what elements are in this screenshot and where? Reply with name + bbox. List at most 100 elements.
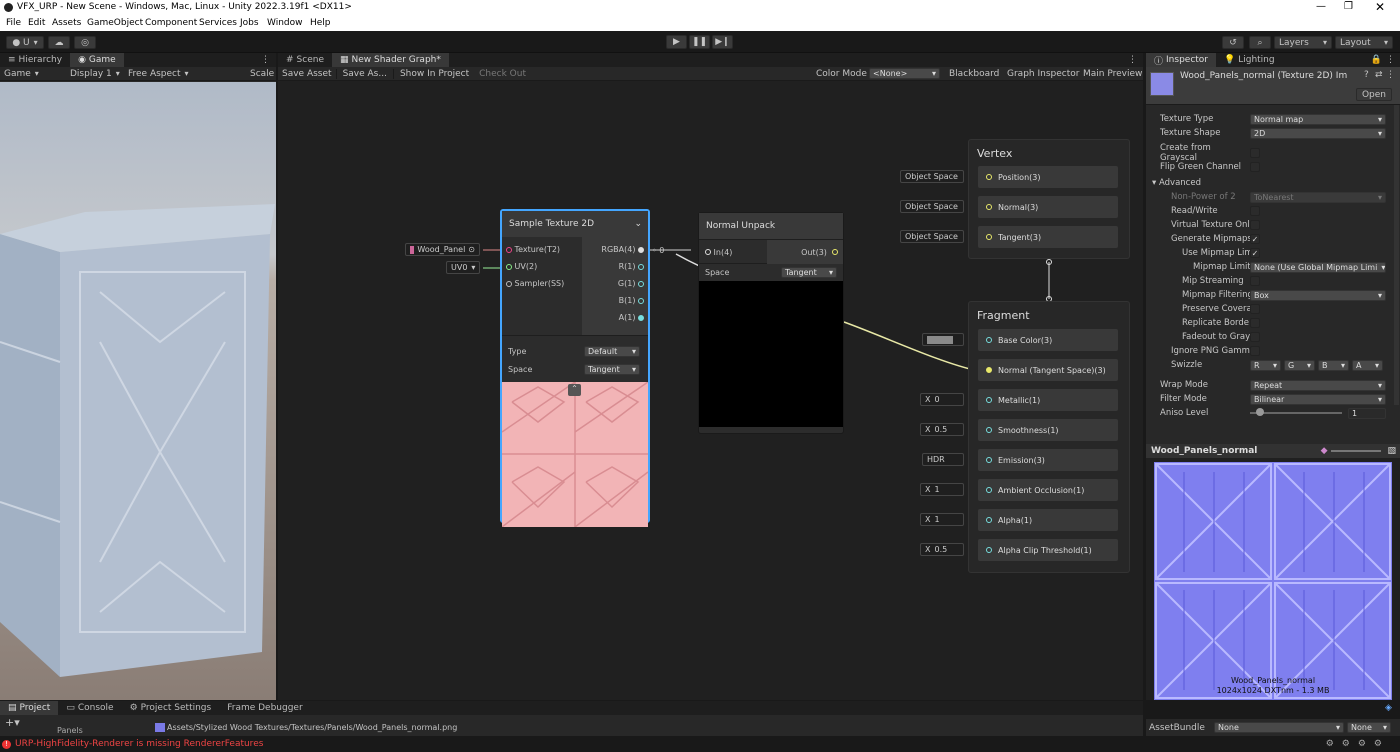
inspector-scrollbar[interactable] bbox=[1394, 105, 1399, 405]
preview-toggle-icon[interactable]: ▧ bbox=[1387, 446, 1396, 456]
vertex-slot[interactable]: Tangent(3) bbox=[978, 226, 1118, 248]
fragment-slot[interactable]: Emission(3) bbox=[978, 449, 1118, 471]
fragment-slot[interactable]: Ambient Occlusion(1) bbox=[978, 479, 1118, 501]
fragment-slot[interactable]: Alpha(1) bbox=[978, 509, 1118, 531]
normal-unpack-node[interactable]: Normal Unpack In(4) Out(3) Space Tangent bbox=[698, 212, 844, 434]
pause-button[interactable]: ❚❚ bbox=[689, 35, 710, 49]
swizzle-g-dropdown[interactable]: G bbox=[1284, 359, 1315, 371]
mip-stream-checkbox[interactable] bbox=[1250, 276, 1260, 286]
space-dropdown[interactable]: Tangent bbox=[584, 363, 640, 375]
account-dropdown[interactable]: ● U bbox=[6, 36, 44, 49]
lock-icon[interactable]: 🔒 bbox=[1371, 55, 1382, 65]
port-a[interactable]: A(1) bbox=[582, 309, 644, 326]
menu-file[interactable]: File bbox=[6, 18, 21, 28]
tab-project-settings[interactable]: ⚙ Project Settings bbox=[122, 701, 220, 715]
type-dropdown[interactable]: Default bbox=[584, 345, 640, 357]
sample-texture-node[interactable]: Sample Texture 2D ⌄ Texture(T2) UV(2) Sa… bbox=[500, 209, 650, 527]
port-sampler[interactable]: Sampler(SS) bbox=[506, 275, 582, 292]
panels-folder[interactable]: Panels bbox=[57, 726, 83, 735]
swizzle-a-dropdown[interactable]: A bbox=[1352, 359, 1383, 371]
texture-type-dropdown[interactable]: Normal map bbox=[1250, 113, 1386, 125]
help-icon[interactable]: ? bbox=[1364, 70, 1369, 80]
close-icon[interactable]: ✕ bbox=[1375, 0, 1385, 14]
tab-game[interactable]: ◉ Game bbox=[70, 53, 124, 67]
aniso-slider[interactable] bbox=[1250, 408, 1342, 416]
port-uv[interactable]: UV(2) bbox=[506, 258, 582, 275]
asset-more-icon[interactable]: ⋮ bbox=[1386, 70, 1395, 80]
emission-input-chip[interactable]: HDR bbox=[922, 453, 964, 466]
tab-inspector[interactable]: ⓘ Inspector bbox=[1146, 53, 1216, 67]
port-r[interactable]: R(1) bbox=[582, 258, 644, 275]
virtual-texture-checkbox[interactable] bbox=[1250, 220, 1260, 230]
preset-icon[interactable]: ⇄ bbox=[1375, 70, 1383, 80]
layers-dropdown[interactable]: Layers bbox=[1274, 36, 1332, 49]
float-input-chip[interactable]: X1 bbox=[920, 483, 964, 496]
fadeout-checkbox[interactable] bbox=[1250, 332, 1260, 342]
main-preview-button[interactable]: Main Preview bbox=[1083, 69, 1142, 79]
in-value-chip[interactable]: ◦ 0 bbox=[650, 243, 690, 257]
assetbundle-dropdown[interactable]: None bbox=[1214, 722, 1344, 733]
port-in[interactable]: In(4) bbox=[699, 240, 767, 264]
texture-shape-dropdown[interactable]: 2D bbox=[1250, 127, 1386, 139]
fragment-slot[interactable]: Smoothness(1) bbox=[978, 419, 1118, 441]
scale-label[interactable]: Scale bbox=[244, 69, 274, 79]
use-mip-checkbox[interactable]: ✓ bbox=[1250, 248, 1260, 258]
tab-console[interactable]: ▭ Console bbox=[58, 701, 121, 715]
layout-dropdown[interactable]: Layout bbox=[1335, 36, 1393, 49]
inspector-more-icon[interactable]: ⋮ bbox=[1386, 55, 1395, 65]
fragment-slot[interactable]: Base Color(3) bbox=[978, 329, 1118, 351]
vertex-slot[interactable]: Normal(3) bbox=[978, 196, 1118, 218]
channel-icon[interactable]: ◆ bbox=[1321, 446, 1328, 456]
graph-inspector-button[interactable]: Graph Inspector bbox=[1007, 69, 1079, 79]
tab-project[interactable]: ▤ Project bbox=[0, 701, 59, 715]
menu-services[interactable]: Services bbox=[199, 18, 237, 28]
mip-limit-dropdown[interactable]: None (Use Global Mipmap Limi bbox=[1250, 261, 1386, 273]
color-input-chip[interactable] bbox=[922, 333, 964, 346]
replicate-checkbox[interactable] bbox=[1250, 318, 1260, 328]
search-button[interactable]: ⌕ bbox=[1249, 36, 1271, 49]
float-input-chip[interactable]: X 0.5 bbox=[920, 423, 964, 436]
tab-scene[interactable]: # Scene bbox=[278, 53, 332, 67]
collab-button[interactable]: ◎ bbox=[74, 36, 96, 49]
port-b[interactable]: B(1) bbox=[582, 292, 644, 309]
add-icon[interactable]: +▾ bbox=[5, 716, 20, 729]
tab-hierarchy[interactable]: ≡ Hierarchy bbox=[0, 53, 70, 67]
error-message[interactable]: URP-HighFidelity-Renderer is missing Ren… bbox=[15, 739, 263, 749]
fragment-slot[interactable]: Alpha Clip Threshold(1) bbox=[978, 539, 1118, 561]
tab-shader-graph[interactable]: ▦ New Shader Graph* bbox=[332, 53, 449, 67]
assetbundle-variant-dropdown[interactable]: None bbox=[1347, 722, 1391, 733]
collapse-preview-icon[interactable]: ⌃ bbox=[568, 384, 581, 396]
filter-dropdown[interactable]: Bilinear bbox=[1250, 393, 1386, 405]
aspect-dropdown[interactable]: Free Aspect bbox=[124, 69, 244, 79]
space-input-chip[interactable]: Object Space bbox=[900, 230, 964, 243]
mip-filter-dropdown[interactable]: Box bbox=[1250, 289, 1386, 301]
collapse-chevron-icon[interactable]: ⌄ bbox=[634, 219, 642, 229]
menu-assets[interactable]: Assets bbox=[52, 18, 81, 28]
advanced-foldout[interactable]: ▾ Advanced bbox=[1152, 176, 1400, 190]
aniso-input[interactable]: 1 bbox=[1348, 407, 1386, 419]
float-input-chip[interactable]: X1 bbox=[920, 513, 964, 526]
tab-frame-debugger[interactable]: Frame Debugger bbox=[219, 701, 310, 715]
unpack-space-dropdown[interactable]: Tangent bbox=[781, 267, 837, 278]
space-input-chip[interactable]: Object Space bbox=[900, 200, 964, 213]
check-out-button[interactable]: Check Out bbox=[475, 69, 530, 79]
menu-gameobject[interactable]: GameObject bbox=[87, 18, 143, 28]
port-out[interactable]: Out(3) bbox=[767, 240, 843, 264]
tab-lighting[interactable]: 💡 Lighting bbox=[1216, 53, 1283, 67]
save-as-button[interactable]: Save As... bbox=[335, 68, 393, 79]
vertex-slot[interactable]: Position(3) bbox=[978, 166, 1118, 188]
gen-mip-checkbox[interactable]: ✓ bbox=[1250, 234, 1260, 244]
menu-window[interactable]: Window bbox=[267, 18, 303, 28]
uv-input-dropdown[interactable]: UV0 bbox=[446, 261, 480, 274]
history-button[interactable]: ↺ bbox=[1222, 36, 1244, 49]
flip-green-checkbox[interactable] bbox=[1250, 162, 1260, 172]
minimize-icon[interactable]: — bbox=[1316, 1, 1326, 12]
save-asset-button[interactable]: Save Asset bbox=[278, 69, 336, 79]
maximize-icon[interactable]: ❐ bbox=[1344, 1, 1353, 12]
port-g[interactable]: G(1) bbox=[582, 275, 644, 292]
game-viewport[interactable] bbox=[0, 82, 276, 700]
swizzle-r-dropdown[interactable]: R bbox=[1250, 359, 1281, 371]
aniso-slider-handle[interactable] bbox=[1256, 408, 1264, 416]
cloud-button[interactable]: ☁ bbox=[48, 36, 70, 49]
float-input-chip[interactable]: X0 bbox=[920, 393, 964, 406]
